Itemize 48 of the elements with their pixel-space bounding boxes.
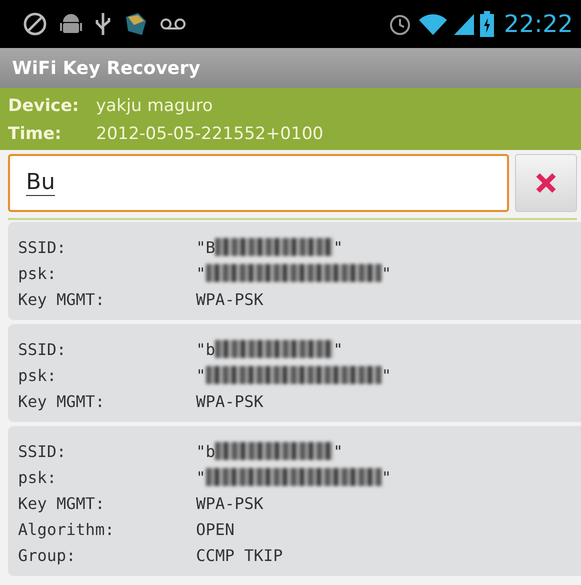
quote-text: " (382, 468, 392, 486)
clock-time: 22:22 (504, 10, 573, 38)
field-value: CCMP TKIP (196, 546, 283, 564)
quote-text: " (196, 366, 206, 384)
quote-text: "b (196, 340, 216, 358)
network-card[interactable]: SSID: "B " psk: " " Key MGMT: WPA-PSK (8, 222, 581, 320)
field-label: Algorithm: (18, 520, 116, 538)
field-label: SSID: (18, 238, 68, 256)
network-card[interactable]: SSID: "b " psk: " " Key MGMT: WPA-PSK (8, 324, 581, 422)
quote-text: " (196, 264, 206, 282)
field-label: psk: (18, 264, 58, 282)
info-label: Time: (8, 124, 62, 144)
battery-icon (480, 11, 494, 37)
filter-field[interactable]: Bu (8, 154, 509, 212)
quote-text: "b (196, 442, 216, 460)
signal-icon (454, 12, 474, 36)
blocked-icon (22, 11, 48, 37)
field-label: Key MGMT: (18, 494, 106, 512)
app-icon (124, 11, 148, 37)
quote-text: " (333, 238, 343, 256)
info-label: Device: (8, 96, 80, 116)
app-title: WiFi Key Recovery (12, 58, 200, 78)
alarm-icon (388, 12, 412, 36)
close-icon (535, 172, 557, 194)
field-label: SSID: (18, 442, 68, 460)
field-value: WPA-PSK (196, 290, 264, 308)
field-value: WPA-PSK (196, 392, 264, 410)
info-value: yakju maguro (96, 96, 213, 116)
field-label: SSID: (18, 340, 68, 358)
usb-icon (94, 11, 112, 37)
field-value: WPA-PSK (196, 494, 264, 512)
quote-text: "B (196, 238, 216, 256)
quote-text: " (333, 340, 343, 358)
field-label: Group: (18, 546, 77, 564)
field-label: psk: (18, 468, 58, 486)
wifi-icon (418, 12, 448, 36)
quote-text: " (333, 442, 343, 460)
field-label: Key MGMT: (18, 392, 106, 410)
field-label: psk: (18, 366, 58, 384)
field-label: Key MGMT: (18, 290, 106, 308)
info-value: 2012-05-05-221552+0100 (96, 124, 324, 144)
quote-text: " (382, 264, 392, 282)
field-value: OPEN (196, 520, 235, 538)
quote-text: " (382, 366, 392, 384)
clear-button[interactable] (515, 154, 577, 212)
voicemail-icon (160, 17, 186, 31)
network-card[interactable]: SSID: "b " psk: " " Key MGMT: WPA-PSK Algorithm: OPEN Group: CCMP TKIP (8, 426, 581, 576)
quote-text: " (196, 468, 206, 486)
